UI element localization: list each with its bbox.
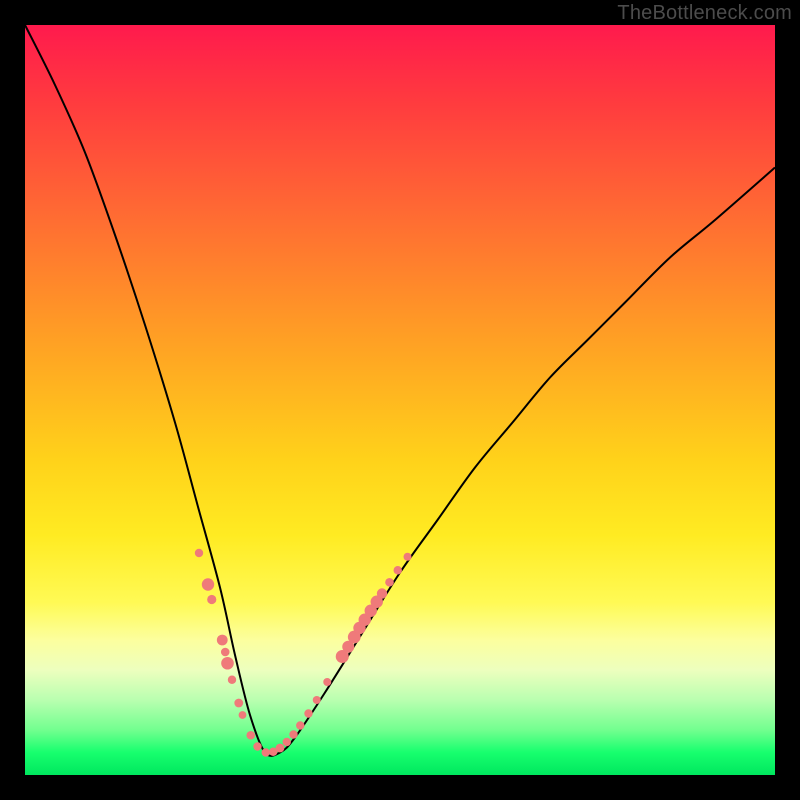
curve-marker — [276, 744, 285, 753]
curve-marker — [377, 588, 387, 598]
curve-marker — [221, 648, 230, 657]
curve-marker — [202, 578, 214, 590]
curve-markers — [195, 549, 412, 757]
chart-frame: TheBottleneck.com — [0, 0, 800, 800]
plot-area — [25, 25, 775, 775]
curve-marker — [234, 699, 243, 708]
curve-marker — [283, 738, 291, 746]
curve-marker — [323, 678, 331, 686]
curve-layer — [25, 25, 775, 775]
watermark-label: TheBottleneck.com — [617, 2, 792, 25]
curve-marker — [385, 578, 394, 587]
curve-marker — [246, 731, 255, 740]
curve-marker — [304, 709, 312, 717]
curve-marker — [253, 742, 261, 750]
curve-marker — [207, 595, 216, 604]
curve-marker — [262, 748, 270, 756]
curve-marker — [228, 676, 236, 684]
curve-marker — [313, 696, 321, 704]
curve-marker — [239, 711, 247, 719]
curve-marker — [296, 721, 304, 729]
curve-marker — [289, 730, 297, 738]
curve-marker — [394, 566, 402, 574]
bottleneck-curve — [25, 25, 775, 756]
curve-marker — [217, 635, 228, 646]
curve-marker — [195, 549, 203, 557]
curve-marker — [404, 553, 412, 561]
curve-marker — [221, 657, 234, 670]
